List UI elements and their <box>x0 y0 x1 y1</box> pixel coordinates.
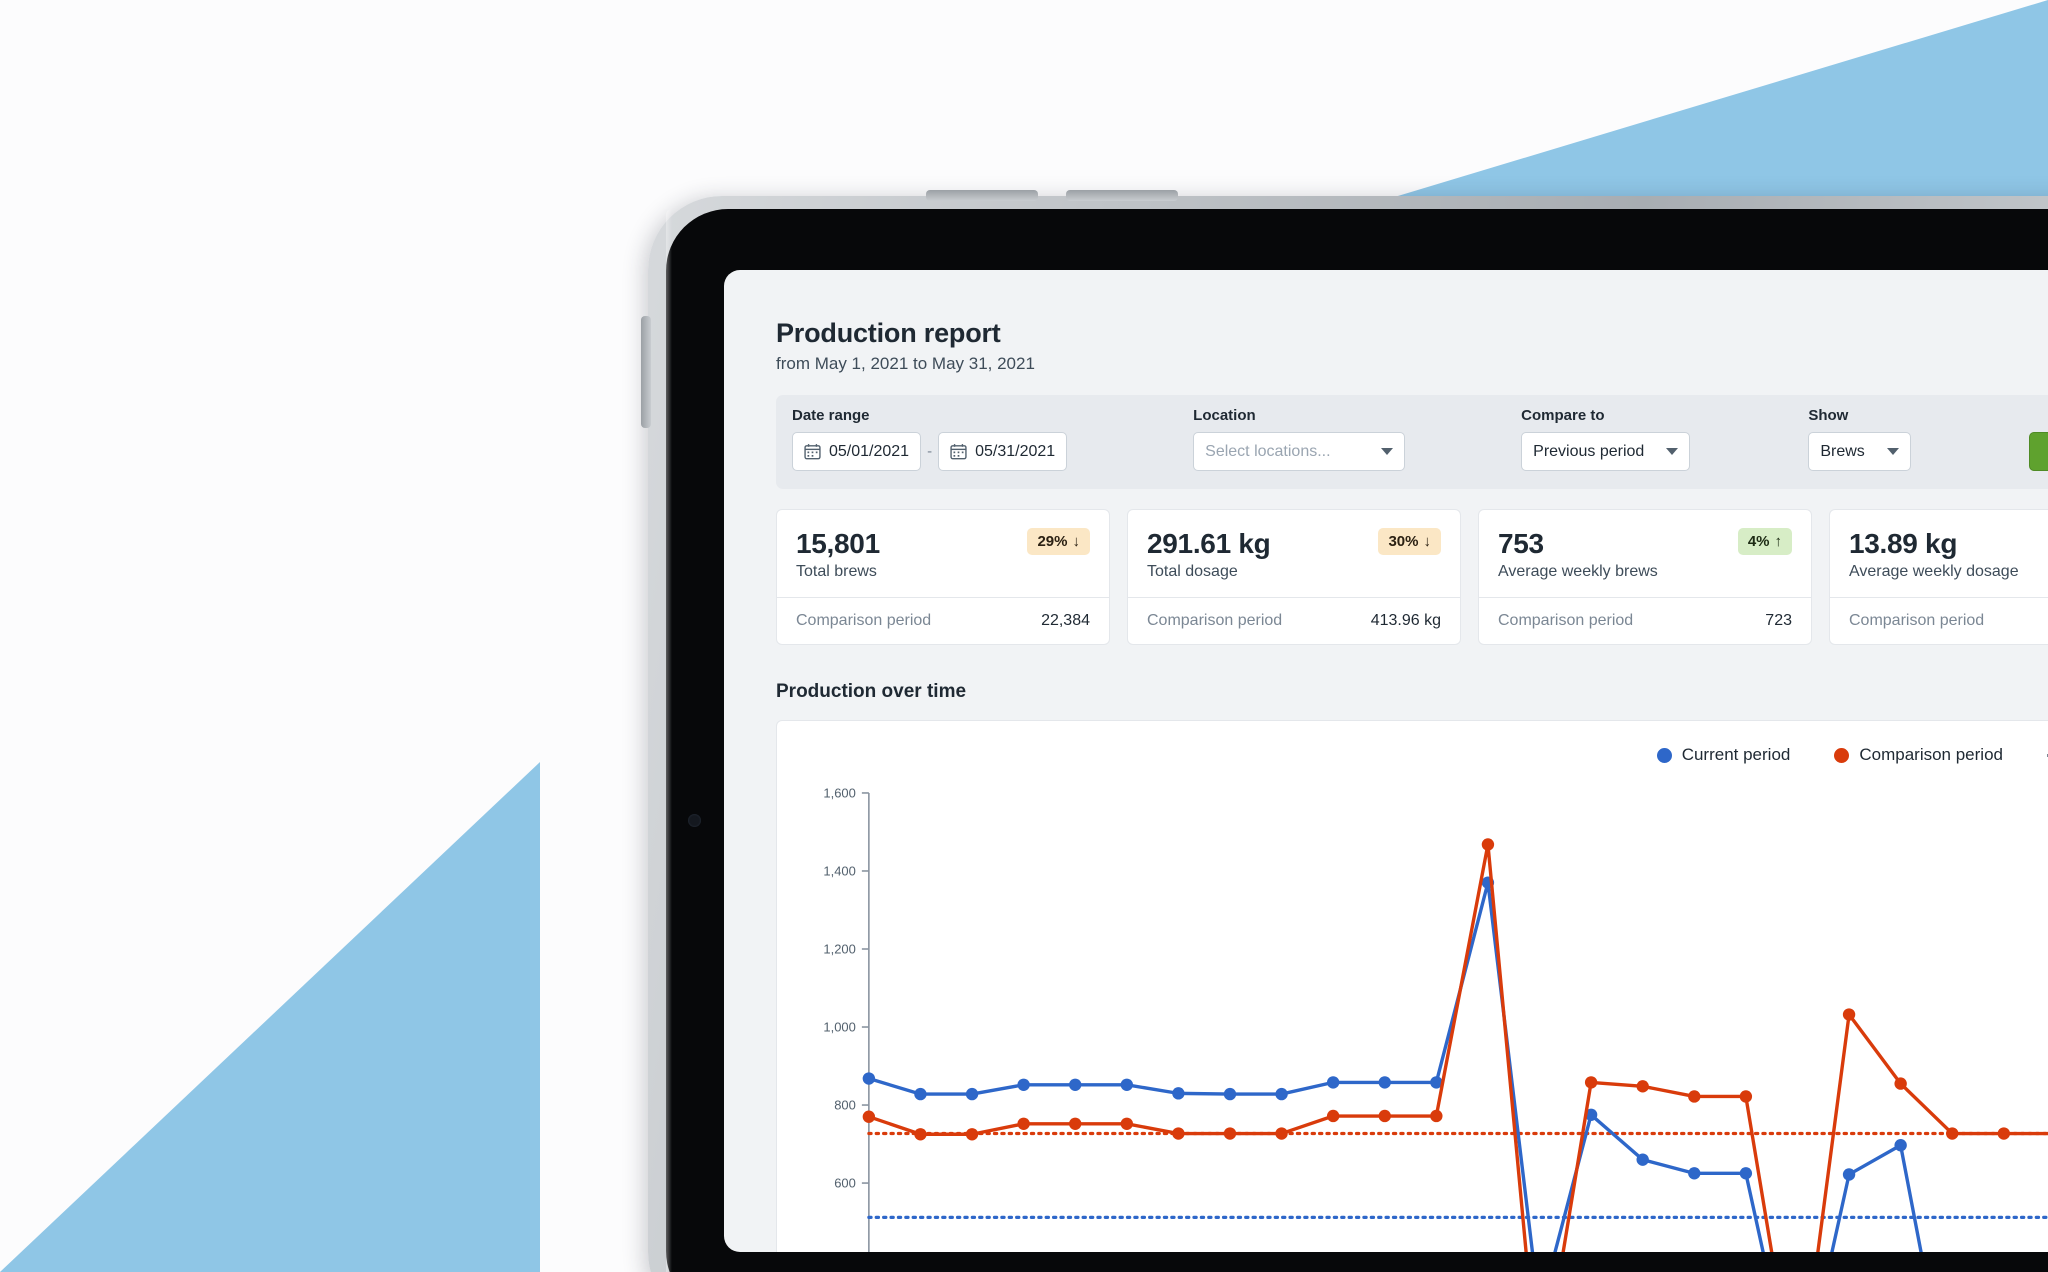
filter-bar: Date range 05/01/2021 - 05/31/2021 Locat… <box>776 395 2048 489</box>
kpi-label: Average weekly dosage <box>1849 563 2019 580</box>
badge-percent: 29% <box>1037 533 1068 550</box>
date-start-input[interactable]: 05/01/2021 <box>792 432 922 471</box>
arrow-down-icon: ↓ <box>1423 533 1432 550</box>
filter-show: Show Brews <box>1808 407 1911 471</box>
legend-label: Current period <box>1681 745 1791 764</box>
badge-percent: 4% <box>1747 533 1770 550</box>
comparison-label: Comparison period <box>796 612 932 629</box>
comparison-label: Comparison period <box>1147 612 1283 629</box>
svg-text:1,200: 1,200 <box>823 941 855 956</box>
front-camera-icon <box>688 814 701 827</box>
page-title: Production report <box>776 318 1001 348</box>
location-placeholder: Select locations... <box>1205 442 1331 460</box>
kpi-label: Total dosage <box>1147 563 1238 580</box>
arrow-down-icon: ↓ <box>1072 533 1081 550</box>
compare-to-select[interactable]: Previous period <box>1521 432 1691 471</box>
tablet-screen: Production report from May 1, 2021 to Ma… <box>724 270 2048 1252</box>
volume-up-button[interactable] <box>926 190 1038 201</box>
chart-plot-area: 02004006008001,0001,2001,4001,60005/01/2… <box>777 779 2048 1252</box>
filter-date-range: Date range 05/01/2021 - 05/31/2021 <box>792 407 1068 471</box>
arrow-up-icon: ↑ <box>1774 533 1783 550</box>
status-badge: 4% ↑ <box>1737 528 1792 555</box>
chevron-down-icon <box>1666 448 1679 455</box>
volume-down-button[interactable] <box>1066 190 1178 201</box>
chart-card: Current period Comparison period 0200400… <box>776 720 2048 1252</box>
comparison-label: Comparison period <box>1849 612 1985 629</box>
legend-item-current[interactable]: Current period <box>1656 745 1791 765</box>
background-triangle-top-right <box>1358 0 2048 208</box>
compare-to-label: Compare to <box>1521 407 1605 424</box>
page-subtitle: from May 1, 2021 to May 31, 2021 <box>776 354 1035 373</box>
filter-location: Location Select locations... <box>1193 407 1406 471</box>
date-start-value: 05/01/2021 <box>829 442 910 460</box>
date-range-label: Date range <box>792 407 870 424</box>
comparison-value: 723 <box>1765 612 1792 629</box>
comparison-label: Comparison period <box>1498 612 1634 629</box>
kpi-label: Average weekly brews <box>1498 563 1658 580</box>
svg-text:600: 600 <box>834 1176 856 1191</box>
kpi-value: 15,801 <box>796 528 880 559</box>
date-end-value: 05/31/2021 <box>975 442 1056 460</box>
show-value: Brews <box>1820 442 1865 460</box>
legend-item-comparison[interactable]: Comparison period <box>1834 745 2003 765</box>
bezel-sheen <box>666 209 672 1272</box>
location-label: Location <box>1193 407 1256 424</box>
kpi-label: Total brews <box>796 563 877 580</box>
date-end-input[interactable]: 05/31/2021 <box>938 432 1068 471</box>
compare-to-value: Previous period <box>1533 442 1645 460</box>
badge-percent: 30% <box>1388 533 1419 550</box>
kpi-value: 291.61 kg <box>1147 528 1271 559</box>
chart-legend: Current period Comparison period <box>1656 745 2048 765</box>
chart-heading: Production over time <box>776 681 967 702</box>
screenshot-stage: Production report from May 1, 2021 to Ma… <box>0 0 2048 1272</box>
kpi-card-row: 15,801 Total brews 29% ↓ Comparison peri… <box>776 509 2048 645</box>
kpi-card: 15,801 Total brews 29% ↓ Comparison peri… <box>776 509 1110 645</box>
background-triangle-bottom-left <box>0 762 540 1272</box>
kpi-card-body: 291.61 kg Total dosage 30% ↓ <box>1128 510 1460 597</box>
chevron-down-icon <box>1381 448 1394 455</box>
filter-compare-to: Compare to Previous period <box>1521 407 1691 471</box>
report-page: Production report from May 1, 2021 to Ma… <box>724 270 2048 1252</box>
chevron-down-icon <box>1886 448 1899 455</box>
kpi-card-footer: Comparison period 413.96 kg <box>1128 597 1460 644</box>
apply-button[interactable] <box>2028 432 2048 471</box>
legend-label: Comparison period <box>1859 745 2003 764</box>
svg-text:800: 800 <box>834 1098 856 1113</box>
show-label: Show <box>1808 407 1849 424</box>
production-over-time-chart: 02004006008001,0001,2001,4001,60005/01/2… <box>823 785 2048 1252</box>
kpi-card-body: 13.89 kg Average weekly dosage <box>1830 510 2048 597</box>
comparison-value: 22,384 <box>1041 612 1090 629</box>
status-badge: 30% ↓ <box>1378 528 1441 555</box>
kpi-value: 13.89 kg <box>1849 528 1958 559</box>
date-range-controls: 05/01/2021 - 05/31/2021 <box>792 432 1068 471</box>
kpi-card: 753 Average weekly brews 4% ↑ Comparison… <box>1478 509 1812 645</box>
legend-dot-icon <box>1834 747 1850 763</box>
svg-text:1,400: 1,400 <box>823 863 855 878</box>
svg-text:1,600: 1,600 <box>823 785 855 800</box>
kpi-value: 753 <box>1498 528 1544 559</box>
legend-dot-icon <box>1656 747 1672 763</box>
kpi-card: 13.89 kg Average weekly dosage Compariso… <box>1829 509 2048 645</box>
show-select[interactable]: Brews <box>1808 432 1911 471</box>
calendar-icon <box>804 444 821 460</box>
svg-text:1,000: 1,000 <box>823 1020 855 1035</box>
comparison-value: 413.96 kg <box>1370 612 1441 629</box>
power-button[interactable] <box>641 316 651 428</box>
date-range-separator: - <box>927 443 933 460</box>
kpi-card-footer: Comparison period 723 <box>1479 597 1811 644</box>
location-select[interactable]: Select locations... <box>1193 432 1406 471</box>
kpi-card-footer: Comparison period <box>1830 597 2048 644</box>
kpi-card: 291.61 kg Total dosage 30% ↓ Comparison … <box>1127 509 1461 645</box>
calendar-icon <box>950 444 967 460</box>
tablet-device: Production report from May 1, 2021 to Ma… <box>641 190 2048 1272</box>
kpi-card-footer: Comparison period 22,384 <box>777 597 1109 644</box>
kpi-card-body: 753 Average weekly brews 4% ↑ <box>1479 510 1811 597</box>
status-badge: 29% ↓ <box>1027 528 1090 555</box>
kpi-card-body: 15,801 Total brews 29% ↓ <box>777 510 1109 597</box>
